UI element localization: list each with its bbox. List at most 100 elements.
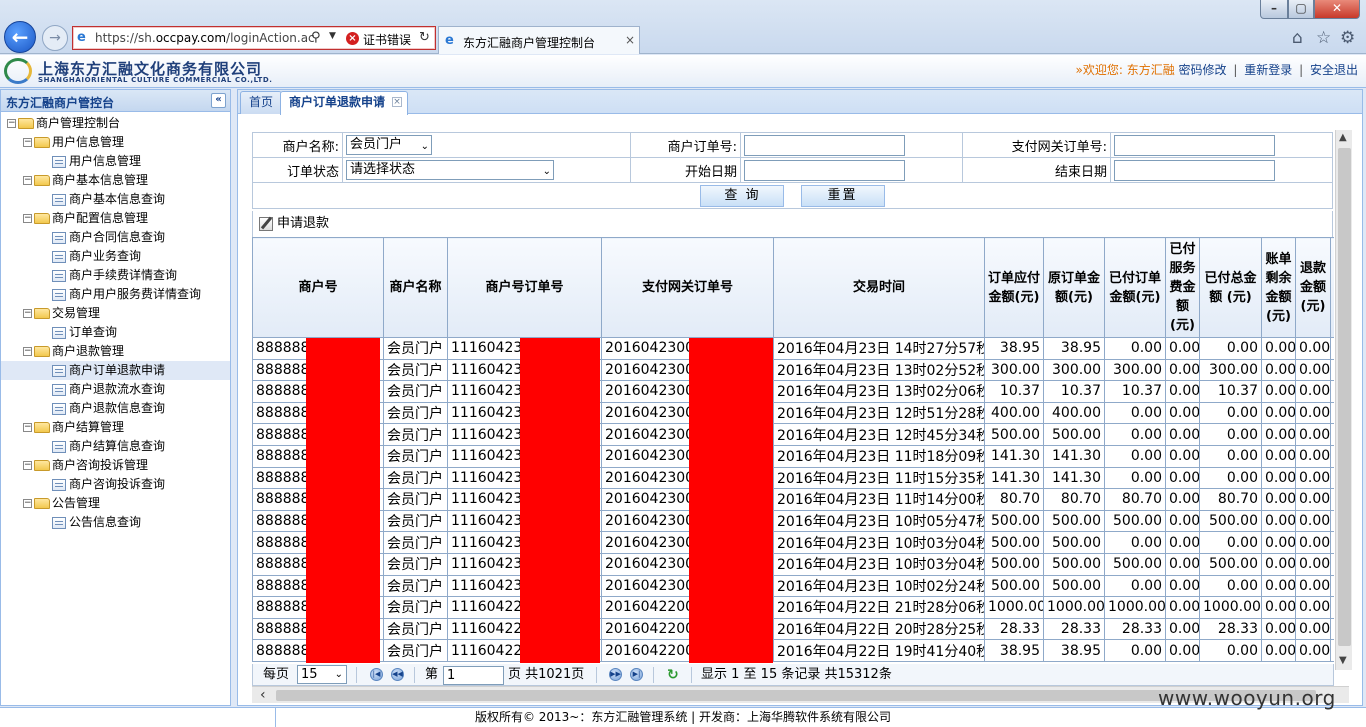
table-row[interactable]: 888888 会员门户 11160423 2016042300 2016年04月23日 … <box>252 444 1334 468</box>
tree-item[interactable]: 商户退款信息查询 <box>39 399 165 418</box>
tree-item[interactable]: 商户业务查询 <box>39 247 141 266</box>
query-button[interactable]: 查 询 <box>700 184 785 207</box>
maximize-icon[interactable]: ▢ <box>1288 0 1314 19</box>
end-date-input[interactable] <box>1114 159 1275 181</box>
gateway-order-input[interactable] <box>1114 134 1275 156</box>
tree-item[interactable]: 商户基本信息查询 <box>39 190 165 209</box>
table-row[interactable]: 888888 会员门户 11160423 2016042300 2016年04月23日 … <box>252 574 1334 598</box>
column-header[interactable]: 订 <box>1330 237 1334 338</box>
browser-tab[interactable]: e 东方汇融商户管理控制台 × <box>438 26 640 54</box>
table-row[interactable]: 888888 会员门户 11160423 2016042300 2016年04月23日 … <box>252 466 1334 490</box>
minimize-icon[interactable]: – <box>1260 0 1288 19</box>
table-row[interactable]: 888888 会员门户 11160422 2016042200 2016年04月22日 … <box>252 617 1334 641</box>
vertical-scrollbar[interactable]: ▲ ▼ <box>1335 130 1352 670</box>
tree-collapse-icon[interactable]: − <box>7 119 16 128</box>
tree-item[interactable]: 商户咨询投诉查询 <box>39 475 165 494</box>
browser-tab-close-icon[interactable]: × <box>625 33 635 47</box>
tree-collapse-icon[interactable]: − <box>23 423 32 432</box>
table-row[interactable]: 888888 会员门户 11160423 2016042300 2016年04月23日 … <box>252 401 1334 425</box>
favorites-star-icon[interactable]: ☆ <box>1316 28 1331 48</box>
tree-item[interactable]: 订单查询 <box>39 323 117 342</box>
vertical-scroll-thumb[interactable] <box>1338 148 1351 646</box>
tree-folder[interactable]: − 交易管理 <box>23 304 100 323</box>
close-window-icon[interactable]: ✕ <box>1314 0 1360 19</box>
tree-folder[interactable]: − 商户配置信息管理 <box>23 209 148 228</box>
grid-refresh-icon[interactable]: ↻ <box>667 668 683 682</box>
logout-link[interactable]: 安全退出 <box>1310 63 1358 77</box>
column-header[interactable]: 原订单金额(元) <box>1043 237 1105 338</box>
tab-close-icon[interactable]: × <box>392 97 403 107</box>
start-date-input[interactable] <box>744 159 905 181</box>
scroll-up-icon[interactable]: ▲ <box>1339 132 1347 143</box>
column-header[interactable]: 支付网关订单号 <box>601 237 774 338</box>
per-page-select[interactable]: 15 ⌄ <box>297 665 347 684</box>
column-header[interactable]: 已付总金额 (元) <box>1199 237 1262 338</box>
table-row[interactable]: 888888 会员门户 11160423 2016042300 2016年04月23日 … <box>252 552 1334 576</box>
tree-folder[interactable]: − 商户结算管理 <box>23 418 124 437</box>
tab-home[interactable]: 首页 <box>240 91 283 114</box>
tree-collapse-icon[interactable]: − <box>23 309 32 318</box>
last-page-icon[interactable]: ▶| <box>630 668 643 681</box>
first-page-icon[interactable]: |◀ <box>370 668 383 681</box>
search-icon[interactable]: ⚲ <box>311 30 321 45</box>
reset-button[interactable]: 重置 <box>800 184 885 207</box>
merchant-name-select[interactable]: 会员门户 ⌄ <box>346 135 432 155</box>
next-page-icon[interactable]: ▶▶ <box>609 668 622 681</box>
table-row[interactable]: 888888 会员门户 11160423 2016042300 2016年04月23日 … <box>252 509 1334 533</box>
tree-collapse-icon[interactable]: − <box>23 347 32 356</box>
table-row[interactable]: 888888 会员门户 11160423 2016042300 2016年04月23日 … <box>252 358 1334 382</box>
scroll-left-icon[interactable]: ‹ <box>260 687 266 703</box>
prev-page-icon[interactable]: ◀◀ <box>391 668 404 681</box>
tree-item[interactable]: 商户合同信息查询 <box>39 228 165 247</box>
tree-folder[interactable]: − 商户基本信息管理 <box>23 171 148 190</box>
table-row[interactable]: 888888 会员门户 11160422 2016042200 2016年04月22日 … <box>252 596 1334 619</box>
dropdown-icon[interactable]: ▼ <box>329 31 336 41</box>
tree-folder[interactable]: − 公告管理 <box>23 494 100 513</box>
column-header[interactable]: 账单剩余金额(元) <box>1261 237 1296 338</box>
tree-collapse-icon[interactable]: − <box>23 138 32 147</box>
scroll-down-icon[interactable]: ▼ <box>1339 655 1347 666</box>
tree-collapse-icon[interactable]: − <box>23 461 32 470</box>
table-row[interactable]: 888888 会员门户 11160423 2016042300 2016年04月23日 … <box>252 488 1334 511</box>
relogin-link[interactable]: 重新登录 <box>1244 63 1292 77</box>
apply-refund-button[interactable]: 申请退款 <box>259 216 329 231</box>
tree-item[interactable]: 商户用户服务费详情查询 <box>39 285 201 304</box>
cert-error-icon[interactable]: × <box>346 32 359 45</box>
tree-collapse-icon[interactable]: − <box>23 499 32 508</box>
table-row[interactable]: 888888 会员门户 11160422 2016042200 2016年04月22日 … <box>252 639 1334 662</box>
tree-folder[interactable]: − 用户信息管理 <box>23 133 124 152</box>
column-header[interactable]: 订单应付金额(元) <box>984 237 1044 338</box>
cert-error-text[interactable]: 证书错误 <box>363 31 411 48</box>
tree-collapse-icon[interactable]: − <box>23 214 32 223</box>
tree-item[interactable]: 商户手续费详情查询 <box>39 266 177 285</box>
column-header[interactable]: 商户名称 <box>383 237 448 338</box>
table-row[interactable]: 888888 会员门户 11160423 2016042300 2016年04月23日 … <box>252 423 1334 446</box>
address-bar[interactable]: e https://sh.occpay.com/loginAction.ac ⚲… <box>72 26 436 50</box>
refresh-icon[interactable]: ↻ <box>419 30 430 45</box>
table-row[interactable]: 888888 会员门户 11160423 2016042300 2016年04月23日 … <box>252 380 1334 403</box>
column-header[interactable]: 已付服务费金额(元) <box>1165 237 1200 338</box>
table-row[interactable]: 888888 会员门户 11160423 2016042300 2016年04月23日 … <box>252 531 1334 554</box>
page-number-input[interactable]: 1 <box>443 666 504 685</box>
back-button[interactable]: ← <box>4 21 36 53</box>
tree-item[interactable]: 公告信息查询 <box>39 513 141 532</box>
tree-item[interactable]: 商户订单退款申请 <box>1 361 230 380</box>
tree-folder[interactable]: − 商户咨询投诉管理 <box>23 456 148 475</box>
forward-button[interactable]: → <box>42 25 68 51</box>
tab-refund-application[interactable]: 商户订单退款申请 × <box>280 91 409 115</box>
collapse-sidebar-button[interactable]: « <box>211 93 226 108</box>
change-password-link[interactable]: 密码修改 <box>1179 63 1227 77</box>
order-status-select[interactable]: 请选择状态 ⌄ <box>346 160 554 180</box>
settings-gear-icon[interactable]: ⚙ <box>1340 28 1355 48</box>
column-header[interactable]: 交易时间 <box>773 237 985 338</box>
tree-folder[interactable]: − 商户管理控制台 <box>7 114 120 133</box>
table-row[interactable]: 888888 会员门户 11160423 2016042300 2016年04月23日 … <box>252 337 1334 360</box>
tree-item[interactable]: 商户结算信息查询 <box>39 437 165 456</box>
home-icon[interactable]: ⌂ <box>1292 28 1303 48</box>
tree-item[interactable]: 用户信息管理 <box>39 152 141 171</box>
column-header[interactable]: 已付订单金额(元) <box>1104 237 1166 338</box>
merchant-order-input[interactable] <box>744 134 905 156</box>
tree-item[interactable]: 商户退款流水查询 <box>39 380 165 399</box>
column-header[interactable]: 退款金额(元) <box>1295 237 1331 338</box>
tree-folder[interactable]: − 商户退款管理 <box>23 342 124 361</box>
